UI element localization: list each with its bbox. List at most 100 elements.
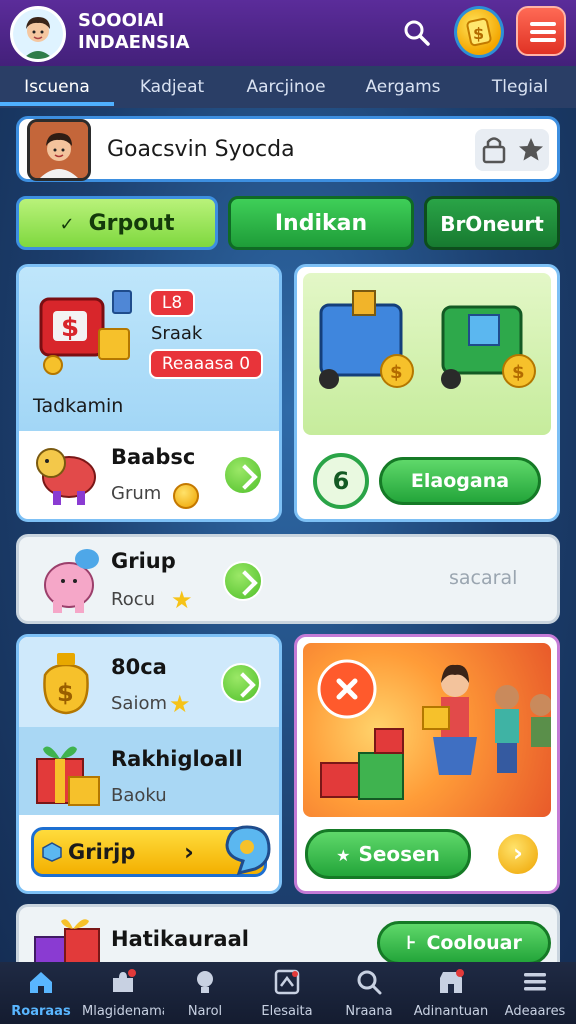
card-icon <box>274 969 300 995</box>
coins-button[interactable]: $ <box>454 6 504 58</box>
filter-broneurt-button[interactable]: BrOneurt <box>424 196 560 250</box>
menu-line-icon <box>530 30 556 34</box>
card-c-side-text: sacaral <box>449 567 518 589</box>
star-icon: ★ <box>336 846 351 865</box>
profile-bar[interactable]: Goacsvin Syocda <box>16 116 560 182</box>
nav-item-roaraas[interactable]: Roaraas <box>0 962 82 1024</box>
filter-grpout-button[interactable]: ✓ Grpout <box>16 196 218 250</box>
coin-icon <box>173 483 199 509</box>
card-f-title: Hatikauraal <box>111 927 249 951</box>
svg-text:$: $ <box>61 313 79 343</box>
filter-indikan-button[interactable]: Indikan <box>228 196 414 250</box>
card-c-title: Griup <box>111 549 176 573</box>
cash-box-icon: $ <box>39 290 132 375</box>
nav-label: Adeaares <box>504 1004 566 1019</box>
svg-text:$: $ <box>390 362 403 383</box>
nav-item-mlagidenama[interactable]: Mlagidenama <box>82 962 164 1024</box>
menu-line-icon <box>530 38 556 42</box>
tab-aergams[interactable]: Aergams <box>344 66 462 108</box>
elephant-icon <box>44 549 99 613</box>
coin-icon: $ <box>466 17 492 47</box>
search-icon[interactable] <box>402 18 432 48</box>
card-d-row2-sub: Baoku <box>111 785 167 806</box>
brand-title: SOOOIAI INDAENSIA <box>78 10 190 54</box>
toy-cart-icon: $ <box>319 290 414 389</box>
nav-label: Roaraas <box>11 1004 71 1019</box>
nav-label: Narol <box>187 1004 223 1019</box>
puzzle-icon <box>113 969 136 992</box>
reward-card-tadkamin[interactable]: $ L8 Sraak Reaaasa 0 Tadkamin Baabsc Gru… <box>16 264 282 522</box>
svg-text:$: $ <box>57 679 74 707</box>
brand-line2: INDAENSIA <box>78 32 190 53</box>
user-avatar[interactable] <box>10 6 66 62</box>
pointer-badge-icon <box>225 825 271 876</box>
search-icon <box>357 970 382 995</box>
card-a-caption: Tadkamin <box>33 395 124 417</box>
reward-card-elaogana[interactable]: $ $ 6 Elaogana <box>294 264 560 522</box>
card-a-label: Sraak <box>151 323 203 344</box>
star-icon: ★ <box>171 586 193 614</box>
star-icon: ★ <box>169 690 191 718</box>
menu-icon <box>524 973 546 991</box>
celebration-scene <box>303 643 551 817</box>
level-badge: L8 <box>149 289 195 317</box>
profile-picture[interactable] <box>27 119 91 181</box>
filter-grpout-label: Grpout <box>88 211 175 236</box>
check-icon: ✓ <box>59 214 75 235</box>
card-c-sub: Rocu <box>111 589 156 610</box>
svg-text:$: $ <box>512 362 525 383</box>
card-d-row1-go-button[interactable] <box>221 663 261 703</box>
nav-item-elesaita[interactable]: Elesaita <box>246 962 328 1024</box>
card-e-action-button[interactable]: ★ Seosen <box>305 829 471 879</box>
pony-icon <box>36 448 96 505</box>
card-d-action-label: Grirjp <box>68 840 136 864</box>
nav-item-nraana[interactable]: Nraana <box>328 962 410 1024</box>
nav-label: Mlagidenama <box>82 1004 164 1019</box>
star-icon[interactable] <box>519 138 543 161</box>
card-b-action-button[interactable]: Elaogana <box>379 457 541 505</box>
card-e-next-button[interactable]: › <box>495 831 541 877</box>
filter-indikan-label: Indikan <box>274 211 368 236</box>
home-icon <box>30 972 52 993</box>
nav-label: Adinantuan <box>413 1004 489 1019</box>
reward-list-card[interactable]: $ 80ca Saiom ★ Rakhigloall Baoku Grirjp … <box>16 634 282 894</box>
card-d-row1-sub: Saiom <box>111 693 168 714</box>
nav-item-adinantuan[interactable]: Adinantuan <box>410 962 492 1024</box>
tab-aarcjinoe[interactable]: Aarcjinoe <box>230 66 342 108</box>
cube-icon <box>42 842 62 862</box>
money-bag-icon: $ <box>43 653 89 715</box>
card-b-count-badge: 6 <box>313 453 369 509</box>
party-illustration <box>317 659 551 800</box>
card-e-action-label: Seosen <box>358 842 440 866</box>
shop-icon <box>440 969 464 993</box>
card-d-row2-title: Rakhigloall <box>111 747 243 771</box>
profile-actions <box>475 129 549 171</box>
gift-box-icon <box>36 746 100 806</box>
filter-broneurt-label: BrOneurt <box>440 212 544 236</box>
arrow-icon: ⊦ <box>406 932 417 954</box>
bottom-navigation: Roaraas Mlagidenama Narol Elesaita Nraan… <box>0 962 576 1024</box>
app-header: SOOOIAI INDAENSIA $ <box>0 0 576 66</box>
nav-item-narol[interactable]: Narol <box>164 962 246 1024</box>
card-d-row1-title: 80ca <box>111 655 167 679</box>
reward-badge: Reaaasa 0 <box>149 349 263 379</box>
chevron-right-icon: › <box>184 838 194 866</box>
menu-line-icon <box>530 22 556 26</box>
card-f-action-button[interactable]: ⊦ Coolouar <box>377 921 551 965</box>
card-f-action-label: Coolouar <box>426 932 522 954</box>
tab-tlegial[interactable]: Tlegial <box>464 66 576 108</box>
avatar-portrait <box>13 9 63 59</box>
lock-icon[interactable] <box>482 137 506 164</box>
card-a-item-title: Baabsc <box>111 445 196 469</box>
hamburger-menu-button[interactable] <box>516 6 566 56</box>
svg-text:$: $ <box>473 24 484 43</box>
promo-card-seosen[interactable]: ★ Seosen › <box>294 634 560 894</box>
brand-line1: SOOOIAI <box>78 10 165 31</box>
list-card-griup[interactable]: Griup Rocu ★ sacaral <box>16 534 560 624</box>
card-c-go-button[interactable] <box>223 561 263 601</box>
nav-item-adeaares[interactable]: Adeaares <box>494 962 576 1024</box>
nav-label: Elesaita <box>261 1004 313 1019</box>
profile-name: Goacsvin Syocda <box>107 137 295 162</box>
tab-kadjeat[interactable]: Kadjeat <box>116 66 228 108</box>
card-a-go-button[interactable] <box>223 455 263 495</box>
